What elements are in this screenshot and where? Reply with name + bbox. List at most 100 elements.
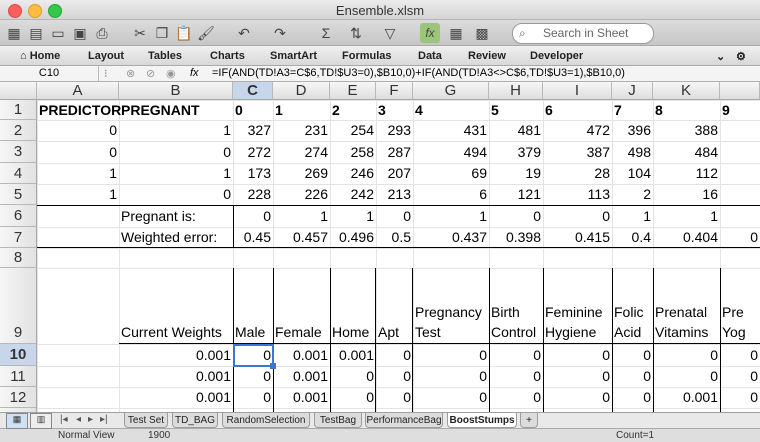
cell-d1[interactable]: 1	[273, 100, 330, 120]
cell-k12[interactable]: 0.001	[653, 387, 720, 408]
tab-developer[interactable]: Developer	[530, 50, 583, 62]
cell-f7[interactable]: 0.5	[376, 227, 413, 248]
save-icon[interactable]: ▣	[70, 23, 90, 43]
sheet-nav-first-icon[interactable]: |◂	[60, 414, 68, 425]
cell-i10[interactable]: 0	[543, 344, 612, 366]
sheet-nav-last-icon[interactable]: ▸|	[100, 414, 108, 425]
cell-e5[interactable]: 242	[330, 184, 376, 205]
cell-j11[interactable]: 0	[612, 366, 653, 387]
row-header-1[interactable]: 1	[0, 100, 37, 120]
new-workbook-icon[interactable]: ▦	[4, 23, 24, 43]
search-field[interactable]: ⌕ Search in Sheet	[512, 23, 654, 44]
cell-g2[interactable]: 431	[413, 120, 489, 141]
tab-data[interactable]: Data	[418, 50, 442, 62]
cell-b2[interactable]: 1	[119, 120, 233, 141]
formula-builder-icon[interactable]: fx	[420, 23, 440, 43]
cell-h11[interactable]: 0	[489, 366, 543, 387]
sheet-tab-performancebag[interactable]: PerformanceBag	[365, 413, 443, 428]
cell-c11[interactable]: 0	[233, 366, 273, 387]
cell-k11[interactable]: 0	[653, 366, 720, 387]
ribbon-collapse-icon[interactable]: ⌄	[716, 50, 725, 63]
cell-f11[interactable]: 0	[376, 366, 413, 387]
cell-e12[interactable]: 0	[330, 387, 376, 408]
name-box-dropdown-icon[interactable]: ⁝	[104, 67, 108, 80]
cell-h10[interactable]: 0	[489, 344, 543, 366]
cell-d2[interactable]: 231	[273, 120, 330, 141]
cell-c4[interactable]: 173	[233, 163, 273, 184]
cell-c2[interactable]: 327	[233, 120, 273, 141]
column-header-e[interactable]: E	[330, 82, 376, 100]
cell-d5[interactable]: 226	[273, 184, 330, 205]
row-header-9[interactable]: 9	[0, 268, 37, 344]
selected-cell-c10[interactable]	[233, 344, 274, 367]
autosum-icon[interactable]: Σ	[316, 23, 336, 43]
cell-g6[interactable]: 1	[413, 205, 489, 227]
cell-g12[interactable]: 0	[413, 387, 489, 408]
column-header-g[interactable]: G	[413, 82, 489, 100]
cell-k1[interactable]: 8	[653, 100, 720, 120]
column-header-a[interactable]: A	[37, 82, 119, 100]
row-header-7[interactable]: 7	[0, 227, 37, 248]
cut-icon[interactable]: ✂	[130, 23, 150, 43]
print-icon[interactable]: ⎙	[92, 23, 112, 43]
undo-icon[interactable]: ↶	[234, 23, 254, 43]
cell-b7[interactable]: Weighted error:	[119, 227, 233, 248]
cell-j1[interactable]: 7	[612, 100, 653, 120]
cell-h7[interactable]: 0.398	[489, 227, 543, 248]
paste-icon[interactable]: 📋	[174, 23, 194, 43]
tab-tables[interactable]: Tables	[148, 50, 182, 62]
formula-input[interactable]: =IF(AND(TD!A3=C$6,TD!$U3=0),$B10,0)+IF(A…	[212, 67, 625, 79]
cell-j12[interactable]: 0	[612, 387, 653, 408]
cell-g7[interactable]: 0.437	[413, 227, 489, 248]
name-box[interactable]: C10	[0, 66, 99, 81]
cell-e4[interactable]: 246	[330, 163, 376, 184]
tab-layout[interactable]: Layout	[88, 50, 124, 62]
tab-review[interactable]: Review	[468, 50, 506, 62]
cell-l12[interactable]: 0	[720, 387, 760, 408]
cell-g10[interactable]: 0	[413, 344, 489, 366]
sort-icon[interactable]: ⇅	[346, 23, 366, 43]
cell-k3[interactable]: 484	[653, 141, 720, 163]
cell-g3[interactable]: 494	[413, 141, 489, 163]
cell-k7[interactable]: 0.404	[653, 227, 720, 248]
cell-i9[interactable]: Feminine Hygiene	[543, 268, 612, 344]
row-header-4[interactable]: 4	[0, 163, 37, 184]
cell-k9[interactable]: Prenatal Vitamins	[653, 268, 720, 344]
cell-e1[interactable]: 2	[330, 100, 376, 120]
cell-a1[interactable]: PREDICTOR	[37, 100, 121, 120]
format-painter-icon[interactable]: 🖌	[196, 23, 216, 43]
cell-b3[interactable]: 0	[119, 141, 233, 163]
cell-i7[interactable]: 0.415	[543, 227, 612, 248]
cell-k2[interactable]: 388	[653, 120, 720, 141]
cell-i2[interactable]: 472	[543, 120, 612, 141]
cell-h6[interactable]: 0	[489, 205, 543, 227]
row-header-8[interactable]: 8	[0, 248, 37, 268]
column-header-f[interactable]: F	[376, 82, 413, 100]
cell-a5[interactable]: 1	[37, 184, 119, 205]
cell-g5[interactable]: 6	[413, 184, 489, 205]
cell-k4[interactable]: 112	[653, 163, 720, 184]
cell-h2[interactable]: 481	[489, 120, 543, 141]
sheet-tab-randomselection[interactable]: RandomSelection	[222, 413, 310, 428]
cell-j9[interactable]: Folic Acid	[612, 268, 653, 344]
cell-c3[interactable]: 272	[233, 141, 273, 163]
cell-c5[interactable]: 228	[233, 184, 273, 205]
cell-l1[interactable]: 9	[720, 100, 760, 120]
row-header-11[interactable]: 11	[0, 366, 37, 387]
tab-charts[interactable]: Charts	[210, 50, 245, 62]
normal-view-icon[interactable]: ▦	[6, 413, 28, 429]
cell-i4[interactable]: 28	[543, 163, 612, 184]
cell-j2[interactable]: 396	[612, 120, 653, 141]
cell-f9[interactable]: Apt	[376, 268, 413, 344]
cell-l11[interactable]: 0	[720, 366, 760, 387]
sheet-nav-prev-icon[interactable]: ◂	[76, 414, 81, 425]
confirm-entry-icon[interactable]: ⊘	[146, 67, 155, 80]
cell-h1[interactable]: 5	[489, 100, 543, 120]
cell-g9[interactable]: Pregnancy Test	[413, 268, 489, 344]
cell-l9[interactable]: Pre Yog	[720, 268, 760, 344]
cell-c6[interactable]: 0	[233, 205, 273, 227]
cell-h12[interactable]: 0	[489, 387, 543, 408]
sheet-tab-test-set[interactable]: Test Set	[124, 413, 168, 428]
row-header-12[interactable]: 12	[0, 387, 37, 408]
cell-a3[interactable]: 0	[37, 141, 119, 163]
